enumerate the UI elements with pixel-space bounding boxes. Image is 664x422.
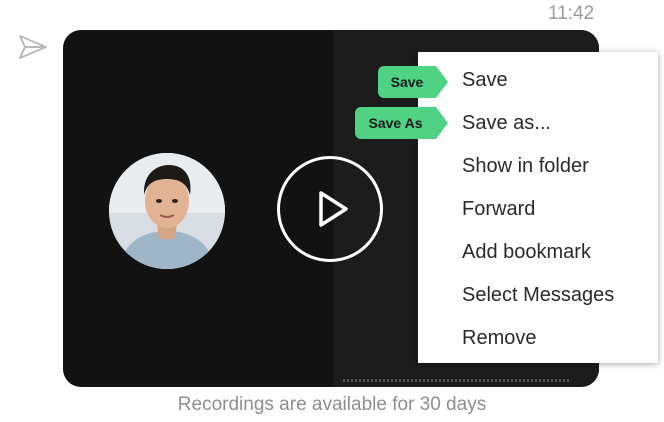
menu-item-remove[interactable]: Remove bbox=[462, 318, 536, 358]
video-progress-track[interactable] bbox=[343, 379, 569, 382]
avatar bbox=[109, 153, 225, 269]
context-menu: Save Save as... Show in folder Forward A… bbox=[418, 52, 658, 363]
menu-item-save[interactable]: Save bbox=[462, 60, 508, 100]
menu-item-save-as[interactable]: Save as... bbox=[462, 103, 551, 143]
play-icon bbox=[319, 191, 348, 227]
play-button[interactable] bbox=[277, 156, 383, 262]
menu-item-add-bookmark[interactable]: Add bookmark bbox=[462, 232, 591, 272]
menu-item-select-messages[interactable]: Select Messages bbox=[462, 275, 614, 315]
menu-item-show-in-folder[interactable]: Show in folder bbox=[462, 146, 589, 186]
save-annotation-tag: Save bbox=[378, 66, 448, 98]
retention-note: Recordings are available for 30 days bbox=[177, 394, 487, 415]
paper-plane-icon bbox=[19, 35, 47, 59]
avatar-portrait bbox=[109, 153, 225, 269]
save-as-annotation-tag: Save As bbox=[355, 107, 448, 139]
menu-item-forward[interactable]: Forward bbox=[462, 189, 535, 229]
chat-message-area: 11:42 Recordings are available for 30 da… bbox=[0, 0, 664, 422]
message-timestamp: 11:42 bbox=[548, 3, 595, 24]
